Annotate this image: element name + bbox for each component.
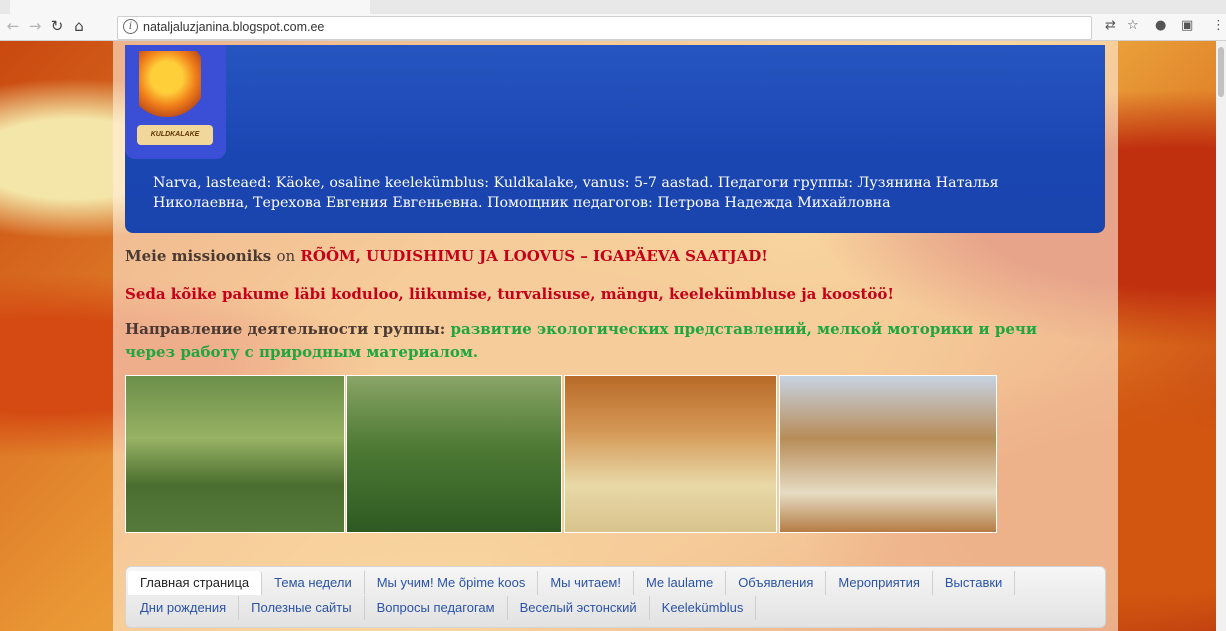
nav-link[interactable]: Веселый эстонский	[508, 596, 650, 620]
forward-icon[interactable]: →	[26, 17, 44, 35]
cast-icon[interactable]: ▣	[1181, 18, 1193, 33]
nav-row-2: Дни рождения Полезные сайты Вопросы педа…	[128, 596, 757, 620]
nav-link[interactable]: Выставки	[933, 571, 1016, 595]
nav-link[interactable]: Главная страница	[128, 571, 263, 595]
nav-link[interactable]: Дни рождения	[128, 596, 240, 620]
home-icon[interactable]: ⌂	[70, 17, 88, 35]
reload-icon[interactable]: ↻	[48, 17, 66, 35]
back-icon[interactable]: ←	[4, 17, 22, 35]
nav-link[interactable]: Мы учим! Me õpime koos	[365, 571, 539, 595]
direction-line: Направление деятельности группы: развити…	[125, 318, 1085, 364]
photo-group-outdoors[interactable]	[125, 375, 345, 533]
blog-header: KULDKALAKE Narva, lasteaed: Käoke, osali…	[125, 45, 1105, 233]
nav-link[interactable]: Keelekümblus	[650, 596, 757, 620]
blog-description: Narva, lasteaed: Käoke, osaline keeleküm…	[153, 175, 999, 211]
active-tab[interactable]	[10, 0, 370, 14]
menu-icon[interactable]: ⋮	[1212, 18, 1225, 33]
offer-line: Seda kõike pakume läbi koduloo, liikumis…	[125, 285, 894, 303]
photo-child-at-table[interactable]	[564, 375, 777, 533]
photo-by-pond[interactable]	[346, 375, 562, 533]
blog-content: KULDKALAKE Narva, lasteaed: Käoke, osali…	[113, 41, 1118, 631]
extension-icon[interactable]: ●	[1155, 18, 1166, 33]
page-scrollbar[interactable]	[1216, 41, 1226, 631]
nav-link[interactable]: Объявления	[726, 571, 827, 595]
url-text: nataljaluzjanina.blogspot.com.ee	[143, 20, 325, 34]
star-icon[interactable]: ☆	[1127, 18, 1139, 33]
photo-round-table[interactable]	[779, 375, 997, 533]
mission-on: on	[276, 247, 296, 265]
tab-strip	[0, 0, 1226, 14]
mission-lead: Meie missiooniks	[125, 247, 272, 265]
scrollbar-thumb[interactable]	[1218, 47, 1224, 97]
direction-lead: Направление деятельности группы:	[125, 320, 446, 338]
nav-link[interactable]: Мероприятия	[826, 571, 933, 595]
translate-icon[interactable]: ⇄	[1105, 18, 1116, 33]
kuldkalake-logo[interactable]: KULDKALAKE	[125, 45, 226, 159]
goldfish-icon	[139, 51, 201, 117]
nav-link[interactable]: Тема недели	[262, 571, 365, 595]
address-bar[interactable]: i nataljaluzjanina.blogspot.com.ee	[117, 16, 1092, 40]
nav-link[interactable]: Me laulame	[634, 571, 727, 595]
nav-link[interactable]: Вопросы педагогам	[365, 596, 508, 620]
page-background: KULDKALAKE Narva, lasteaed: Käoke, osali…	[0, 41, 1226, 631]
logo-ribbon: KULDKALAKE	[137, 125, 213, 145]
browser-toolbar: ← → ↻ ⌂ i nataljaluzjanina.blogspot.com.…	[0, 0, 1226, 41]
nav-link[interactable]: Мы читаем!	[538, 571, 634, 595]
mission-line: Meie missiooniks on RÕÕM, UUDISHIMU JA L…	[125, 247, 768, 265]
nav-link[interactable]: Полезные сайты	[239, 596, 365, 620]
info-icon[interactable]: i	[123, 19, 138, 34]
mission-motto: RÕÕM, UUDISHIMU JA LOOVUS – IGAPÄEVA SAA…	[300, 247, 768, 265]
page-tabs-nav: Главная страница Тема недели Мы учим! Me…	[125, 566, 1106, 628]
nav-row-1: Главная страница Тема недели Мы учим! Me…	[128, 571, 1016, 595]
